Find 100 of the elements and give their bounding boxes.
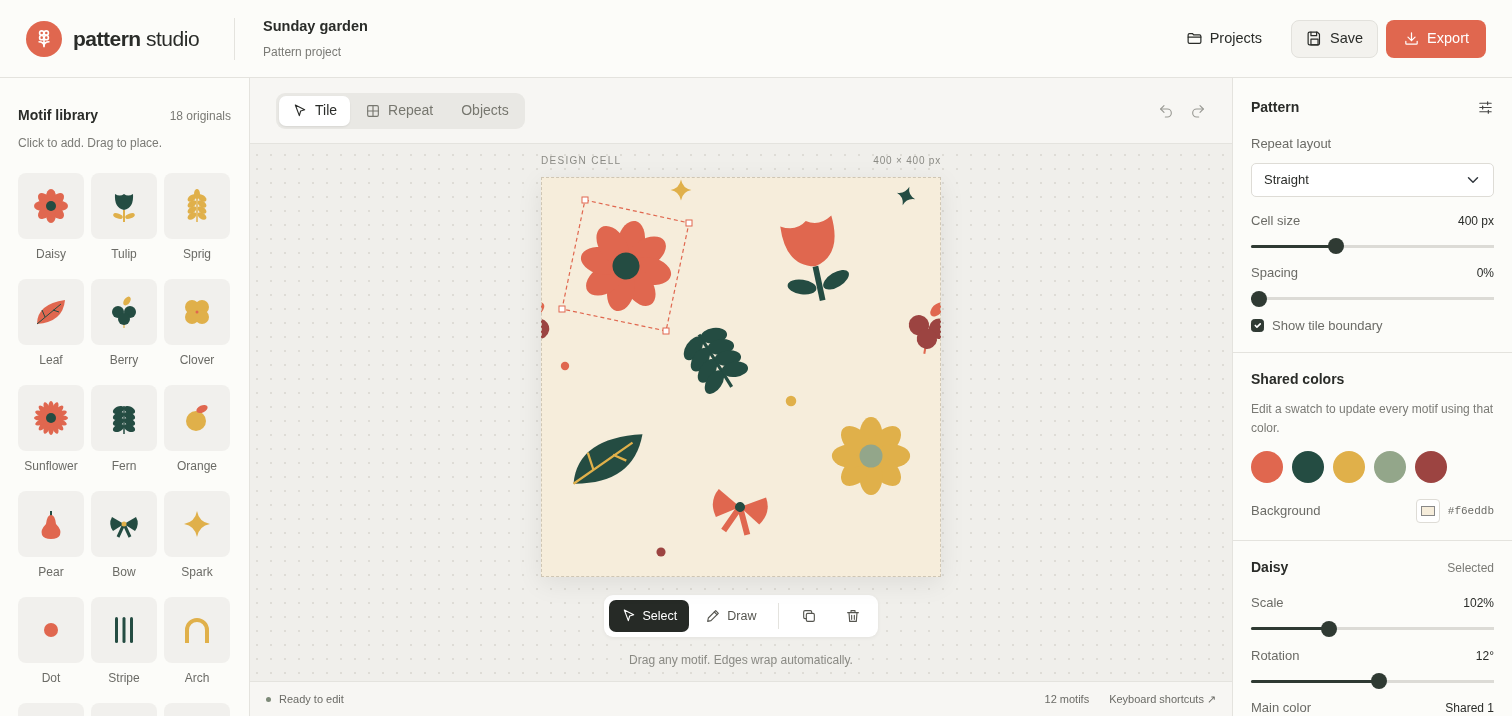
slider-thumb[interactable]: [1371, 673, 1388, 690]
library-title: Motif library: [18, 106, 99, 125]
save-icon: [1306, 30, 1323, 47]
motif-label: Sprig: [182, 247, 212, 262]
settings-icon: [1477, 99, 1494, 116]
projects-button[interactable]: Projects: [1170, 19, 1277, 58]
trash-icon: [845, 608, 862, 624]
settings-button[interactable]: [1477, 99, 1494, 116]
background-swatch[interactable]: [1415, 499, 1440, 524]
slider-thumb[interactable]: [1321, 620, 1338, 637]
berries-motif[interactable]: [541, 302, 550, 339]
fern-motif[interactable]: [683, 327, 749, 394]
color-swatch[interactable]: [1333, 451, 1365, 484]
color-swatch[interactable]: [1374, 451, 1406, 484]
motif-tile[interactable]: [18, 173, 84, 239]
color-swatch[interactable]: [1251, 451, 1283, 484]
motif-label: Bow: [111, 565, 137, 580]
motif-tile[interactable]: [18, 279, 84, 345]
color-swatch[interactable]: [1292, 451, 1324, 484]
field-value: 0%: [1476, 266, 1494, 281]
project-title: Sunday garden: [263, 16, 368, 36]
motif-tile[interactable]: [18, 597, 84, 663]
motif-tile[interactable]: [164, 173, 230, 239]
motif-tile[interactable]: [91, 597, 157, 663]
field-value: Shared 1: [1445, 701, 1494, 716]
motif-tile[interactable]: [91, 491, 157, 557]
tulip-motif[interactable]: [780, 215, 849, 301]
motif-tile[interactable]: [91, 279, 157, 345]
bow-motif[interactable]: [712, 489, 768, 538]
status-dot-icon: [266, 696, 271, 702]
panel-title: Daisy: [1251, 559, 1289, 576]
library-hint: Click to add. Drag to place.: [18, 135, 164, 152]
view-tab[interactable]: Tile: [279, 95, 351, 126]
motif-tile[interactable]: [164, 491, 230, 557]
leaf-motif[interactable]: [572, 434, 643, 485]
motif-label: Dot: [40, 671, 62, 686]
copy-icon: [801, 608, 818, 624]
motif-count: 12 motifs: [1044, 691, 1090, 707]
dot-motif[interactable]: [785, 395, 797, 407]
motif-label: Leaf: [38, 353, 64, 368]
motif-label: Fern: [110, 459, 138, 474]
motif-label: Pear: [37, 565, 65, 580]
motif-label: Stripe: [107, 671, 141, 686]
cell-size-label: 400 × 400 px: [873, 154, 941, 168]
motif-tile[interactable]: [18, 385, 84, 451]
view-tab[interactable]: Objects: [448, 95, 522, 126]
motif-tile[interactable]: [18, 491, 84, 557]
field-label: Main color: [1251, 700, 1311, 716]
motif-label: Arch: [183, 671, 211, 686]
color-value: #f6eddb: [1447, 504, 1494, 518]
selection-box[interactable]: [558, 196, 693, 335]
motif-label: Spark: [180, 565, 214, 580]
undo-icon: [1158, 102, 1174, 119]
motif-label: Orange: [176, 459, 218, 474]
berries-motif[interactable]: [908, 302, 941, 354]
sunflower-icon: [31, 398, 71, 438]
panel-title: Pattern: [1251, 99, 1300, 116]
sparkle-motif[interactable]: [896, 186, 916, 206]
motif-tile[interactable]: [164, 279, 230, 345]
motif-tile[interactable]: [164, 385, 230, 451]
folder-icon: [1185, 30, 1203, 47]
download-icon: [1403, 30, 1421, 47]
motif-tile[interactable]: [91, 385, 157, 451]
field-value: 400 px: [1457, 213, 1494, 228]
select-tool[interactable]: Select: [608, 600, 690, 632]
motif-label: Daisy: [35, 247, 67, 262]
redo-icon: [1190, 102, 1206, 119]
cell-label: DESIGN CELL: [541, 154, 622, 168]
save-button[interactable]: Save: [1291, 19, 1379, 58]
motif-tile[interactable]: [164, 597, 230, 663]
field-label: Background: [1251, 503, 1321, 519]
motif-label: Clover: [178, 353, 216, 368]
field-value: 12°: [1475, 648, 1494, 663]
dot-motif[interactable]: [560, 361, 570, 371]
layout-select[interactable]: Straight: [1251, 162, 1494, 197]
slider-thumb[interactable]: [1251, 290, 1267, 307]
library-count: 18 originals: [169, 108, 231, 125]
motif-label: Tulip: [110, 247, 138, 262]
draw-tool[interactable]: Draw: [693, 600, 769, 632]
field-label: Rotation: [1251, 647, 1300, 664]
panel-title: Shared colors: [1251, 371, 1346, 389]
status-text: Ready to edit: [279, 691, 344, 707]
view-tab[interactable]: Repeat: [352, 95, 447, 126]
field-label: Spacing: [1251, 265, 1298, 281]
panel-description: Edit a swatch to update every motif using that color.: [1251, 401, 1494, 438]
selection-state: Selected: [1447, 561, 1494, 576]
field-label: Scale: [1251, 594, 1284, 611]
boundary-checkbox[interactable]: [1251, 319, 1264, 333]
project-subtitle: Pattern project: [263, 44, 343, 62]
flower-motif[interactable]: [580, 220, 672, 312]
field-label: Cell size: [1251, 212, 1301, 229]
motif-tile[interactable]: [91, 173, 157, 239]
shortcuts-link[interactable]: Keyboard shortcuts ↗: [1109, 690, 1216, 708]
dot-motif[interactable]: [656, 547, 666, 557]
checkbox-label: Show tile boundary: [1272, 317, 1383, 334]
slider-thumb[interactable]: [1328, 238, 1345, 255]
field-value: 102%: [1463, 595, 1494, 611]
color-swatch[interactable]: [1415, 451, 1447, 484]
flower-icon: [31, 186, 71, 226]
pointer-icon: [292, 102, 308, 119]
